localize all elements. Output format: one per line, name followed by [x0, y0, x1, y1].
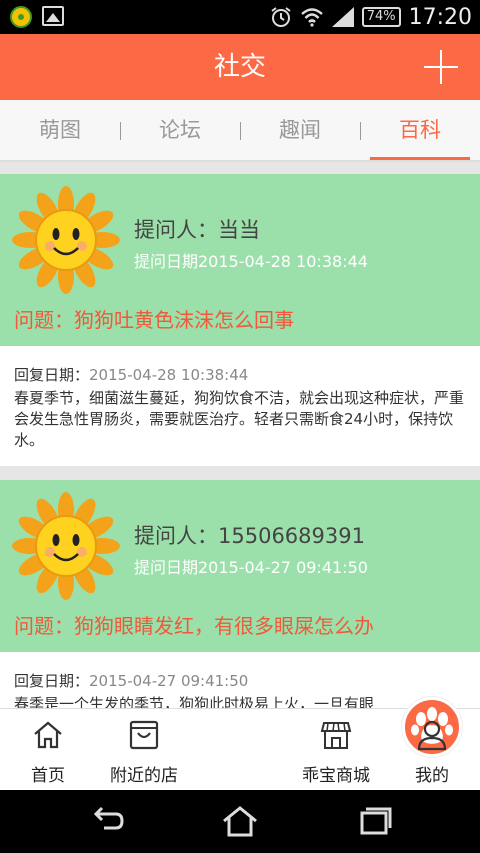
- tab-forum[interactable]: 论坛: [125, 100, 235, 160]
- qa-card[interactable]: 提问人：当当 提问日期2015-04-28 10:38:44 问题：狗狗吐黄色沫…: [0, 174, 480, 466]
- reply-text: 春季是一个生发的季节，狗狗此时极易上火，一旦有眼: [14, 695, 375, 708]
- reply-date: 回复日期：2015-04-28 10:38:44: [14, 364, 248, 385]
- nav-nearby-shops[interactable]: 附近的店: [96, 709, 192, 791]
- nav-center-paw[interactable]: [192, 697, 462, 791]
- title-bar: 社交: [0, 34, 480, 100]
- nav-mine-label: 我的: [415, 766, 449, 786]
- qa-list[interactable]: 提问人：当当 提问日期2015-04-28 10:38:44 问题：狗狗吐黄色沫…: [0, 162, 480, 708]
- system-navigation-bar: [0, 790, 480, 853]
- status-bar: 74% 17:20: [0, 0, 480, 34]
- tab-fun-news[interactable]: 趣闻: [245, 100, 355, 160]
- question-section: 提问人：15506689391 提问日期2015-04-27 09:41:50 …: [0, 480, 480, 652]
- sunflower-avatar-icon: [12, 492, 120, 600]
- nav-home-label: 首页: [31, 766, 65, 786]
- reply-text: 春夏季节，细菌滋生蔓延，狗狗饮食不洁，就会出现这种症状，严重会发生急性胃肠炎，需…: [14, 389, 465, 449]
- nav-mall-label: 乖宝商城: [302, 766, 370, 786]
- reply-date-value: 2015-04-28 10:38:44: [89, 366, 249, 384]
- tab-bar: 萌图 论坛 趣闻 百科: [0, 100, 480, 162]
- app-notification-icon: [10, 6, 32, 28]
- nav-mine[interactable]: 我的: [384, 709, 480, 791]
- asker-name: 提问人：15506689391: [134, 524, 365, 548]
- answer-section: 回复日期：2015-04-28 10:38:44 春夏季节，细菌滋生蔓延，狗狗饮…: [0, 346, 480, 466]
- wifi-icon: [300, 8, 323, 27]
- reply-date-label: 回复日期：: [14, 672, 90, 690]
- user-icon: [417, 720, 447, 751]
- reply-date-label: 回复日期：: [14, 366, 90, 384]
- qa-card[interactable]: 提问人：15506689391 提问日期2015-04-27 09:41:50 …: [0, 480, 480, 708]
- alarm-icon: [271, 7, 291, 27]
- nav-nearby-shops-label: 附近的店: [110, 766, 178, 786]
- home-system-icon[interactable]: [220, 804, 260, 838]
- battery-indicator: 74%: [361, 7, 401, 27]
- add-button[interactable]: [424, 50, 458, 84]
- store-icon: [320, 722, 352, 749]
- reply-date: 回复日期：2015-04-27 09:41:50: [14, 670, 248, 691]
- question-title[interactable]: 问题：狗狗吐黄色沫沫怎么回事: [14, 304, 294, 333]
- question-title[interactable]: 问题：狗狗眼睛发红，有很多眼屎怎么办: [14, 610, 374, 639]
- tab-divider: [120, 122, 121, 140]
- reply-date-value: 2015-04-27 09:41:50: [89, 672, 249, 690]
- nav-home[interactable]: 首页: [0, 709, 96, 791]
- shop-bag-icon: [129, 720, 159, 750]
- nav-mall[interactable]: 乖宝商城: [288, 709, 384, 791]
- signal-icon: [331, 7, 354, 27]
- bottom-navigation: 首页 附近的店 乖宝商城 我的: [0, 697, 480, 791]
- image-notification-icon: [42, 6, 64, 26]
- clock: 17:20: [408, 4, 472, 30]
- sunflower-avatar-icon: [12, 186, 120, 294]
- tab-divider: [240, 122, 241, 140]
- question-section: 提问人：当当 提问日期2015-04-28 10:38:44 问题：狗狗吐黄色沫…: [0, 174, 480, 346]
- tab-divider: [360, 122, 361, 140]
- ask-date: 提问日期2015-04-28 10:38:44: [134, 252, 368, 271]
- recent-apps-icon[interactable]: [354, 804, 394, 838]
- home-icon: [34, 721, 62, 749]
- page-title: 社交: [213, 52, 266, 82]
- asker-name: 提问人：当当: [134, 218, 260, 242]
- ask-date: 提问日期2015-04-27 09:41:50: [134, 558, 368, 577]
- back-icon[interactable]: [88, 804, 128, 838]
- tab-cute-pictures[interactable]: 萌图: [5, 100, 115, 160]
- tab-encyclopedia[interactable]: 百科: [365, 100, 475, 160]
